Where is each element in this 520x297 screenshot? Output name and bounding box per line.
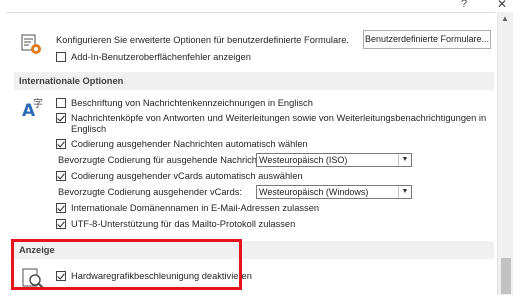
vcard-encoding-label: Bevorzugte Codierung ausgehender vCards: (58, 187, 242, 197)
utf8-option[interactable]: UTF-8-Unterstützung für das Mailto-Proto… (56, 217, 295, 231)
highlight-box (11, 239, 242, 290)
addin-errors-checkbox[interactable] (56, 52, 66, 62)
auto-encoding-checkbox[interactable] (56, 139, 66, 149)
english-headers-option[interactable]: Nachrichtenköpfe von Antworten und Weite… (56, 111, 486, 125)
title-bar: ? ✕ (0, 0, 520, 12)
utf8-checkbox[interactable] (56, 219, 66, 229)
vcard-auto-option[interactable]: Codierung ausgehender vCards automatisch… (56, 169, 303, 183)
international-section-header: Internationale Optionen (14, 72, 494, 90)
idn-checkbox[interactable] (56, 203, 66, 213)
close-button[interactable]: ✕ (497, 0, 507, 10)
chevron-down-icon: ▼ (398, 186, 411, 198)
chevron-down-icon: ▼ (398, 154, 411, 166)
help-button[interactable]: ? (461, 0, 467, 10)
english-flags-checkbox[interactable] (56, 98, 66, 108)
vcard-auto-checkbox[interactable] (56, 171, 66, 181)
auto-encoding-option[interactable]: Codierung ausgehender Nachrichten automa… (56, 137, 308, 151)
preferred-encoding-label: Bevorzugte Codierung für ausgehende Nach… (58, 155, 273, 165)
scroll-up-icon[interactable]: ▲ (501, 14, 509, 23)
form-gear-icon (21, 34, 41, 54)
svg-text:字: 字 (33, 97, 43, 110)
scrollbar-thumb[interactable] (501, 258, 511, 294)
language-icon: A 字 (22, 97, 43, 120)
forms-description: Konfigurieren Sie erweiterte Optionen fü… (56, 35, 350, 45)
idn-option[interactable]: Internationale Domänennamen in E-Mail-Ad… (56, 201, 319, 215)
english-headers-checkbox[interactable] (56, 113, 66, 123)
addin-errors-option[interactable]: Add-In-Benutzeroberflächenfehler anzeige… (56, 50, 251, 64)
preferred-encoding-select[interactable]: Westeuropäisch (ISO) ▼ (256, 153, 412, 167)
vertical-scrollbar[interactable]: ▲ (497, 12, 513, 295)
english-flags-option[interactable]: Beschriftung von Nachrichtenkennzeichnun… (56, 96, 313, 110)
custom-forms-button[interactable]: Benutzerdefinierte Formulare... (363, 30, 491, 49)
vcard-encoding-select[interactable]: Westeuropäisch (Windows) ▼ (256, 185, 412, 199)
english-headers-option-line2: Englisch (71, 124, 107, 134)
